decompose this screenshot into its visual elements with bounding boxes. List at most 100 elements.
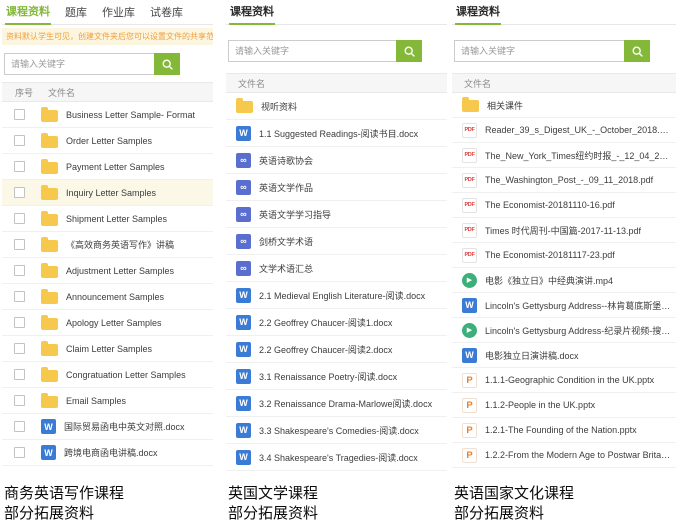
file-row[interactable]: PDFTimes 时代周刊-中国篇-2017-11-13.pdf <box>452 218 676 243</box>
tab-course-materials[interactable]: 课程资料 <box>5 3 51 25</box>
tab-assignment-bank[interactable]: 作业库 <box>101 4 136 24</box>
file-name[interactable]: 3.2 Renaissance Drama-Marlowe阅读.docx <box>259 397 447 410</box>
file-row[interactable]: ∞英语文学作品 <box>226 174 447 201</box>
file-row[interactable]: Adjustment Letter Samples <box>2 258 213 284</box>
file-row[interactable]: W电影独立日演讲稿.docx <box>452 343 676 368</box>
file-name[interactable]: 电影《独立日》中经典演讲.mp4 <box>485 274 676 287</box>
file-row[interactable]: W国际贸易函电中英文对照.docx <box>2 414 213 440</box>
file-name[interactable]: 1.1.1-Geographic Condition in the UK.ppt… <box>485 375 676 385</box>
file-name[interactable]: Business Letter Sample- Format <box>66 110 213 120</box>
row-checkbox[interactable] <box>14 265 25 276</box>
file-row[interactable]: P1.2.2-From the Modern Age to Postwar Br… <box>452 443 676 468</box>
tab-course-materials[interactable]: 课程资料 <box>229 3 275 25</box>
file-row[interactable]: WLincoln's Gettysburg Address--林肯葛底斯堡演说.… <box>452 293 676 318</box>
file-row[interactable]: ∞英语文学学习指导 <box>226 201 447 228</box>
file-name[interactable]: 相关课件 <box>487 99 676 112</box>
file-row[interactable]: W2.1 Medieval English Literature-阅读.docx <box>226 282 447 309</box>
row-checkbox[interactable] <box>14 369 25 380</box>
row-checkbox[interactable] <box>14 291 25 302</box>
search-button[interactable] <box>396 40 422 62</box>
file-row[interactable]: Claim Letter Samples <box>2 336 213 362</box>
file-row[interactable]: 相关课件 <box>452 93 676 118</box>
file-name[interactable]: Order Letter Samples <box>66 136 213 146</box>
file-name[interactable]: 3.4 Shakespeare's Tragedies-阅读.docx <box>259 451 447 464</box>
file-name[interactable]: Payment Letter Samples <box>66 162 213 172</box>
file-row[interactable]: Congratuation Letter Samples <box>2 362 213 388</box>
file-row[interactable]: Announcement Samples <box>2 284 213 310</box>
file-row[interactable]: W3.2 Renaissance Drama-Marlowe阅读.docx <box>226 390 447 417</box>
file-name[interactable]: Reader_39_s_Digest_UK_-_October_2018.pdf <box>485 125 676 135</box>
tab-exam-bank[interactable]: 试卷库 <box>149 4 184 24</box>
file-row[interactable]: PDFThe Economist-20181110-16.pdf <box>452 193 676 218</box>
file-row[interactable]: 视听资料 <box>226 93 447 120</box>
file-name[interactable]: Congratuation Letter Samples <box>66 370 213 380</box>
file-name[interactable]: 1.1.2-People in the UK.pptx <box>485 400 676 410</box>
file-row[interactable]: Apology Letter Samples <box>2 310 213 336</box>
file-name[interactable]: 英语文学学习指导 <box>259 208 447 221</box>
file-name[interactable]: 2.2 Geoffrey Chaucer-阅读2.docx <box>259 343 447 356</box>
row-checkbox[interactable] <box>14 239 25 250</box>
file-name[interactable]: 1.2.2-From the Modern Age to Postwar Bri… <box>485 450 676 460</box>
file-row[interactable]: ∞剑桥文学术语 <box>226 228 447 255</box>
file-name[interactable]: 电影独立日演讲稿.docx <box>485 349 676 362</box>
file-name[interactable]: Adjustment Letter Samples <box>66 266 213 276</box>
file-row[interactable]: PDFReader_39_s_Digest_UK_-_October_2018.… <box>452 118 676 143</box>
file-row[interactable]: P1.1.2-People in the UK.pptx <box>452 393 676 418</box>
search-input[interactable] <box>228 40 396 62</box>
file-name[interactable]: 3.3 Shakespeare's Comedies-阅读.docx <box>259 424 447 437</box>
search-input[interactable] <box>454 40 624 62</box>
file-name[interactable]: The Economist-20181110-16.pdf <box>485 200 676 210</box>
file-row[interactable]: PDFThe_Washington_Post_-_09_11_2018.pdf <box>452 168 676 193</box>
row-checkbox[interactable] <box>14 317 25 328</box>
row-checkbox[interactable] <box>14 187 25 198</box>
file-row[interactable]: P1.2.1-The Founding of the Nation.pptx <box>452 418 676 443</box>
file-name[interactable]: Times 时代周刊-中国篇-2017-11-13.pdf <box>485 224 676 237</box>
row-checkbox[interactable] <box>14 213 25 224</box>
file-name[interactable]: 国际贸易函电中英文对照.docx <box>64 420 213 433</box>
file-row[interactable]: Payment Letter Samples <box>2 154 213 180</box>
file-name[interactable]: 1.2.1-The Founding of the Nation.pptx <box>485 425 676 435</box>
file-row[interactable]: W3.3 Shakespeare's Comedies-阅读.docx <box>226 417 447 444</box>
file-row[interactable]: W2.2 Geoffrey Chaucer-阅读1.docx <box>226 309 447 336</box>
row-checkbox[interactable] <box>14 395 25 406</box>
tab-question-bank[interactable]: 题库 <box>64 4 88 24</box>
file-name[interactable]: 英语文学作品 <box>259 181 447 194</box>
file-row[interactable]: W3.1 Renaissance Poetry-阅读.docx <box>226 363 447 390</box>
file-name[interactable]: 2.1 Medieval English Literature-阅读.docx <box>259 289 447 302</box>
search-button[interactable] <box>624 40 650 62</box>
file-row[interactable]: ▶电影《独立日》中经典演讲.mp4 <box>452 268 676 293</box>
file-name[interactable]: 3.1 Renaissance Poetry-阅读.docx <box>259 370 447 383</box>
file-row[interactable]: Business Letter Sample- Format <box>2 102 213 128</box>
row-checkbox[interactable] <box>14 135 25 146</box>
file-row[interactable]: P1.1.1-Geographic Condition in the UK.pp… <box>452 368 676 393</box>
file-row[interactable]: Order Letter Samples <box>2 128 213 154</box>
file-name[interactable]: 1.1 Suggested Readings-阅读书目.docx <box>259 127 447 140</box>
file-name[interactable]: The_New_York_Times纽约时报_-_12_04_2019.pdf <box>485 149 676 162</box>
file-row[interactable]: Inquiry Letter Samples <box>2 180 213 206</box>
file-name[interactable]: Inquiry Letter Samples <box>66 188 213 198</box>
file-row[interactable]: W2.2 Geoffrey Chaucer-阅读2.docx <box>226 336 447 363</box>
file-name[interactable]: The_Washington_Post_-_09_11_2018.pdf <box>485 175 676 185</box>
file-name[interactable]: Email Samples <box>66 396 213 406</box>
row-checkbox[interactable] <box>14 447 25 458</box>
file-name[interactable]: 视听资料 <box>261 100 447 113</box>
tab-course-materials[interactable]: 课程资料 <box>455 3 501 25</box>
file-name[interactable]: Shipment Letter Samples <box>66 214 213 224</box>
row-checkbox[interactable] <box>14 421 25 432</box>
file-name[interactable]: Apology Letter Samples <box>66 318 213 328</box>
file-row[interactable]: PDFThe_New_York_Times纽约时报_-_12_04_2019.p… <box>452 143 676 168</box>
file-name[interactable]: 文学术语汇总 <box>259 262 447 275</box>
file-name[interactable]: 剑桥文学术语 <box>259 235 447 248</box>
file-name[interactable]: Lincoln's Gettysburg Address--林肯葛底斯堡演说.d… <box>485 299 676 312</box>
file-row[interactable]: ▶Lincoln's Gettysburg Address-纪录片视频-搜狐视频… <box>452 318 676 343</box>
file-row[interactable]: Shipment Letter Samples <box>2 206 213 232</box>
file-row[interactable]: Email Samples <box>2 388 213 414</box>
file-name[interactable]: The Economist-20181117-23.pdf <box>485 250 676 260</box>
file-row[interactable]: W3.4 Shakespeare's Tragedies-阅读.docx <box>226 444 447 471</box>
search-input[interactable] <box>4 53 154 75</box>
file-row[interactable]: PDFThe Economist-20181117-23.pdf <box>452 243 676 268</box>
file-name[interactable]: 《高效商务英语写作》讲稿 <box>66 238 213 251</box>
file-name[interactable]: Lincoln's Gettysburg Address-纪录片视频-搜狐视频.… <box>485 324 676 337</box>
search-button[interactable] <box>154 53 180 75</box>
file-name[interactable]: 2.2 Geoffrey Chaucer-阅读1.docx <box>259 316 447 329</box>
